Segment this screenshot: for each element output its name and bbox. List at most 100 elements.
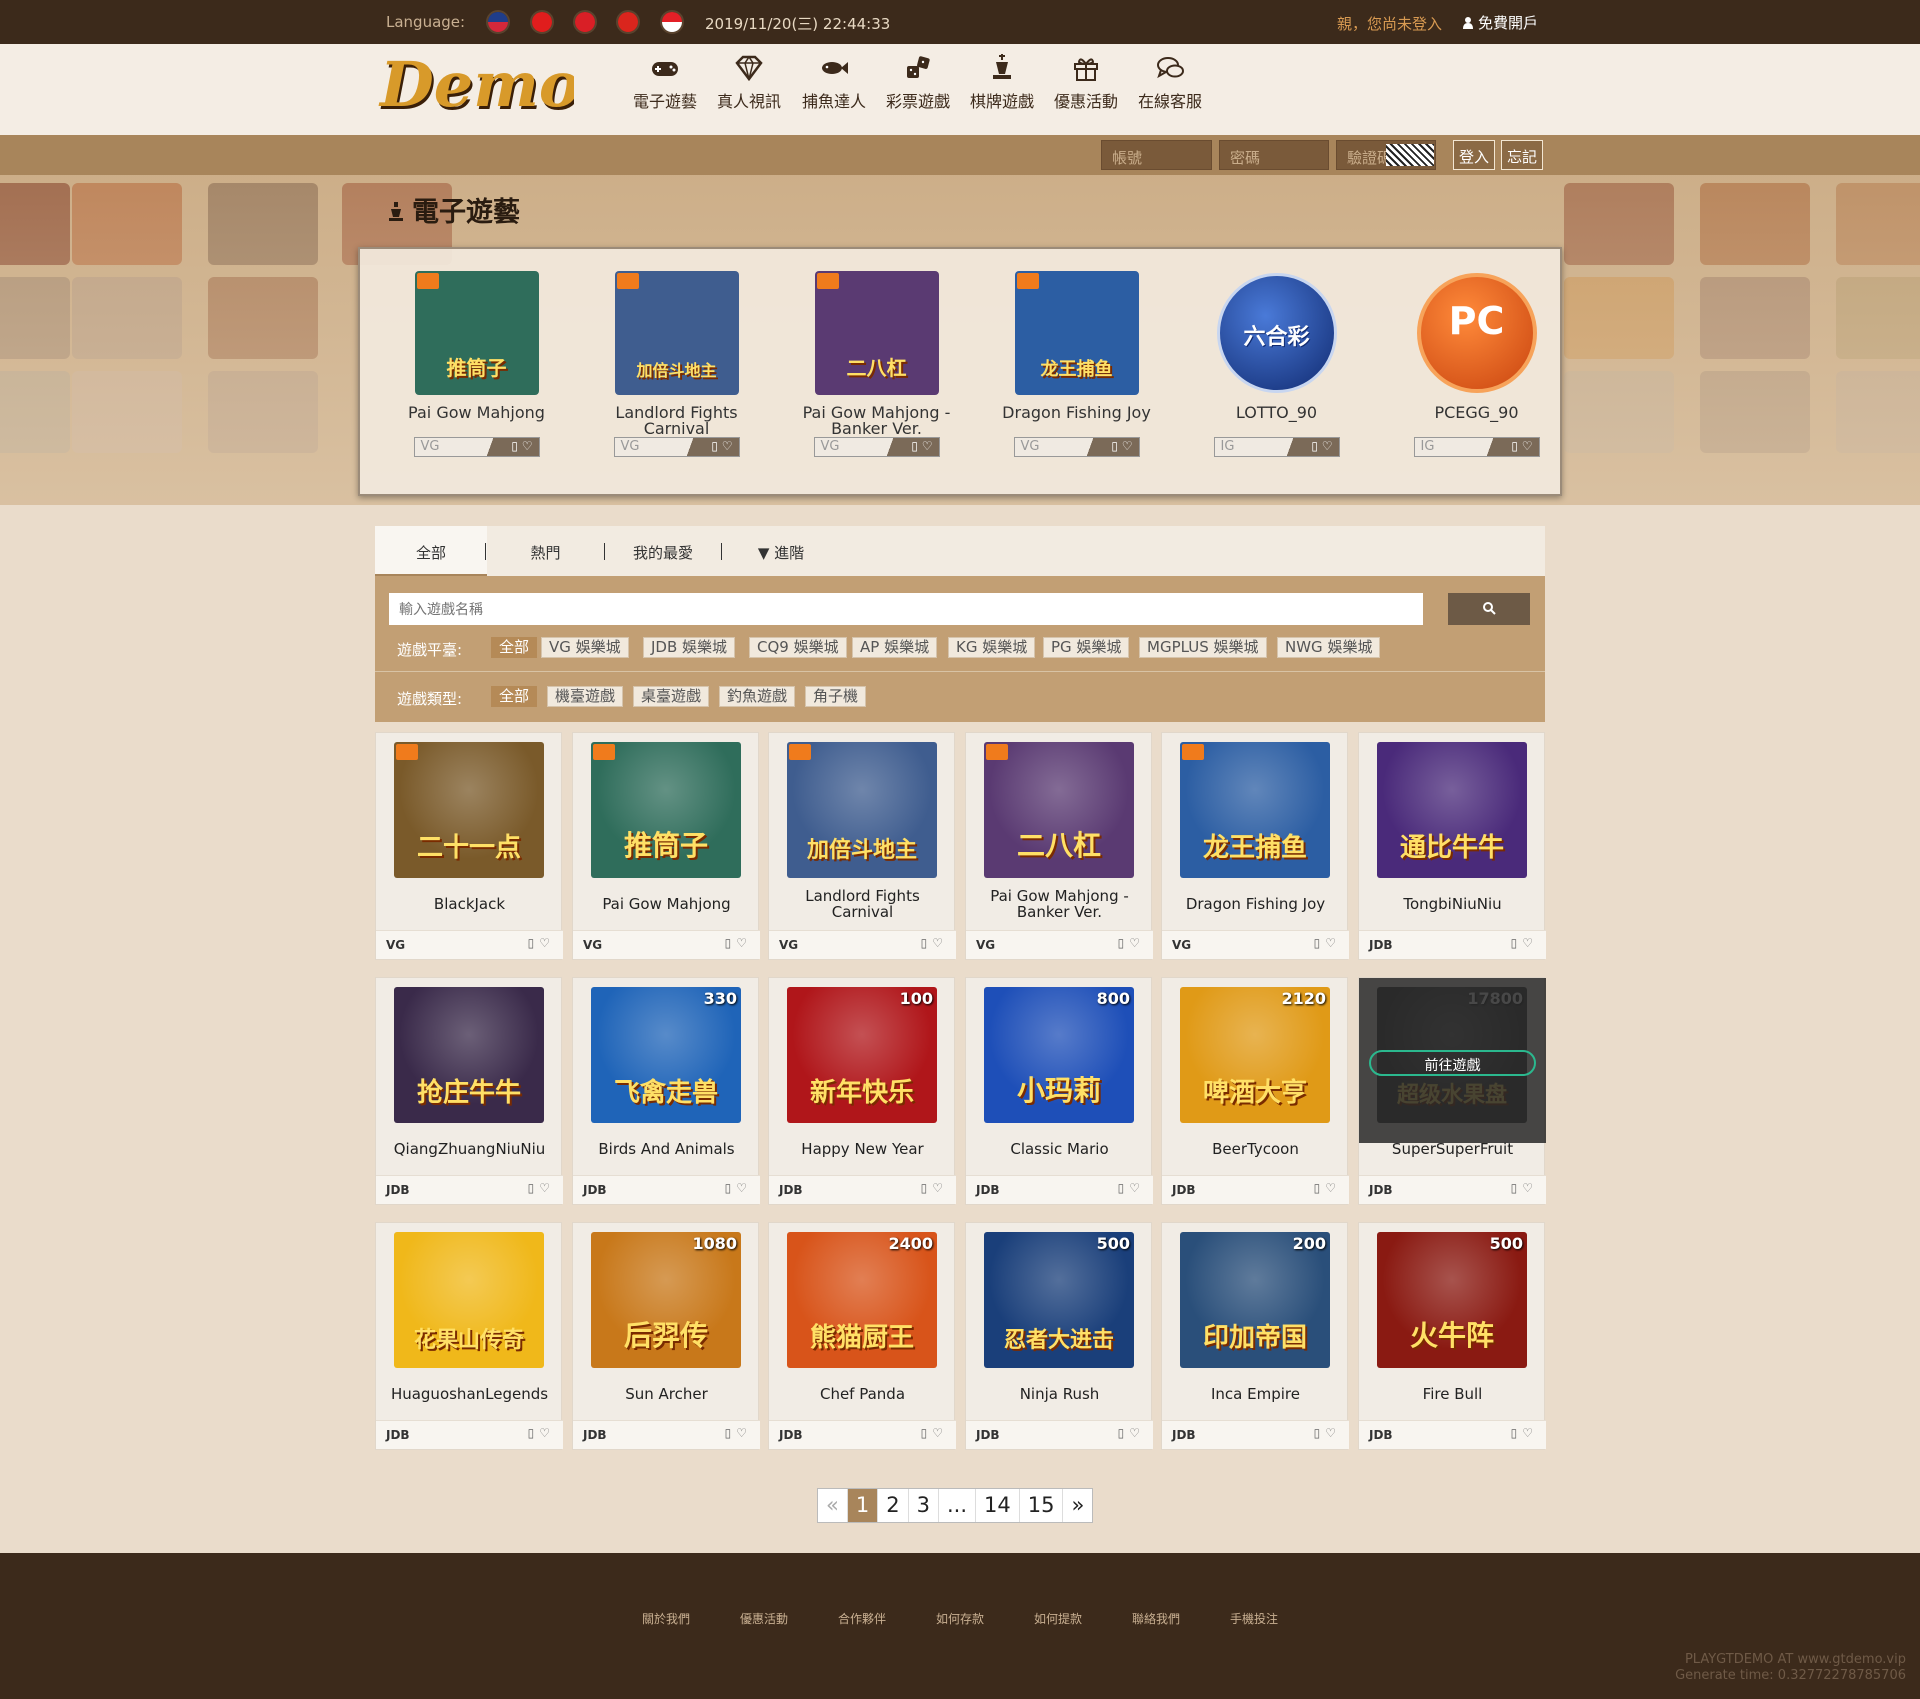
type-chip[interactable]: 釣魚遊戲: [719, 686, 796, 707]
captcha-image[interactable]: [1386, 144, 1434, 166]
account-input[interactable]: 帳號: [1101, 140, 1212, 170]
game-card[interactable]: 龙王捕鱼 Dragon Fishing Joy VG ▯♡: [1161, 732, 1349, 960]
game-card[interactable]: 抢庄牛牛 QiangZhuangNiuNiu JDB ▯♡: [375, 977, 563, 1205]
mobile-heart-icons[interactable]: ▯♡: [1118, 1426, 1145, 1440]
game-thumbnail[interactable]: 二八杠: [814, 271, 939, 395]
game-search-input[interactable]: [389, 593, 1423, 625]
game-thumbnail[interactable]: 500 火牛阵: [1377, 1232, 1527, 1368]
footer-link[interactable]: 優惠活動: [740, 1610, 788, 1627]
nav-live-video[interactable]: 真人視訊: [709, 54, 789, 112]
tab-favorites[interactable]: 我的最愛: [604, 526, 722, 576]
mobile-heart-icons[interactable]: ▯♡: [528, 936, 555, 950]
hk-flag-icon[interactable]: [573, 10, 597, 34]
platform-chip[interactable]: CQ9 娛樂城: [749, 637, 847, 658]
game-thumbnail[interactable]: 330 飞禽走兽: [591, 987, 741, 1123]
platform-chip[interactable]: PG 娛樂城: [1043, 637, 1130, 658]
mobile-heart-icons[interactable]: ▯♡: [1511, 936, 1538, 950]
game-card[interactable]: 推筒子 Pai Gow Mahjong VG ▯♡: [572, 732, 760, 960]
type-chip[interactable]: 機臺遊戲: [547, 686, 624, 707]
nav-customer-service[interactable]: 在線客服: [1130, 54, 1210, 112]
game-card[interactable]: 500 忍者大进击 Ninja Rush JDB ▯♡: [965, 1222, 1153, 1450]
platform-chip[interactable]: VG 娛樂城: [541, 637, 629, 658]
page-button[interactable]: 14: [976, 1489, 1020, 1522]
forgot-button[interactable]: 忘記: [1501, 140, 1544, 170]
mobile-heart-icons[interactable]: ▯ ♡: [911, 439, 932, 453]
footer-link[interactable]: 聯絡我們: [1132, 1610, 1180, 1627]
tab-advanced[interactable]: ▼ 進階: [722, 526, 840, 576]
footer-link[interactable]: 如何存款: [936, 1610, 984, 1627]
game-card[interactable]: 二八杠 Pai Gow Mahjong - Banker Ver. VG ▯♡: [965, 732, 1153, 960]
platform-chip[interactable]: 全部: [491, 637, 538, 658]
mobile-heart-icons[interactable]: ▯ ♡: [511, 439, 532, 453]
mobile-heart-icons[interactable]: ▯♡: [1511, 1426, 1538, 1440]
type-chip[interactable]: 桌臺遊戲: [633, 686, 710, 707]
page-prev-button[interactable]: «: [818, 1489, 848, 1522]
mobile-heart-icons[interactable]: ▯♡: [725, 1426, 752, 1440]
footer-link[interactable]: 如何提款: [1034, 1610, 1082, 1627]
mobile-heart-icons[interactable]: ▯ ♡: [1511, 439, 1532, 453]
mobile-heart-icons[interactable]: ▯♡: [921, 1181, 948, 1195]
us-flag-icon[interactable]: [486, 10, 510, 34]
game-card[interactable]: 花果山传奇 HuaguoshanLegends JDB ▯♡: [375, 1222, 563, 1450]
game-thumbnail[interactable]: 花果山传奇: [394, 1232, 544, 1368]
demo-logo[interactable]: Demo Demo: [378, 54, 574, 124]
platform-chip[interactable]: JDB 娛樂城: [643, 637, 736, 658]
cn-flag-icon[interactable]: [530, 10, 554, 34]
footer-link[interactable]: 關於我們: [642, 1610, 690, 1627]
featured-game[interactable]: 龙王捕鱼 Dragon Fishing Joy VG ▯ ♡: [989, 271, 1164, 457]
page-button[interactable]: 3: [909, 1489, 939, 1522]
game-thumbnail[interactable]: 二十一点: [394, 742, 544, 878]
page-button[interactable]: 2: [878, 1489, 909, 1522]
id-flag-icon[interactable]: [660, 10, 684, 34]
password-input[interactable]: 密碼: [1219, 140, 1329, 170]
game-card[interactable]: 100 新年快乐 Happy New Year JDB ▯♡: [768, 977, 956, 1205]
game-card[interactable]: 通比牛牛 TongbiNiuNiu JDB ▯♡: [1358, 732, 1546, 960]
game-thumbnail[interactable]: 二八杠: [984, 742, 1134, 878]
featured-game[interactable]: 推筒子 Pai Gow Mahjong VG ▯ ♡: [389, 271, 564, 457]
type-chip[interactable]: 全部: [491, 686, 538, 707]
featured-game[interactable]: PC PCEGG_90 IG ▯ ♡: [1389, 271, 1564, 457]
platform-chip[interactable]: AP 娛樂城: [852, 637, 938, 658]
go-to-game-button[interactable]: 前往遊戲: [1369, 1050, 1536, 1076]
nav-fishing[interactable]: 捕魚達人: [794, 54, 874, 112]
mobile-heart-icons[interactable]: ▯♡: [725, 1181, 752, 1195]
game-thumbnail[interactable]: 500 忍者大进击: [984, 1232, 1134, 1368]
game-card[interactable]: 1080 后羿传 Sun Archer JDB ▯♡: [572, 1222, 760, 1450]
mobile-heart-icons[interactable]: ▯♡: [1511, 1181, 1538, 1195]
game-thumbnail[interactable]: 加倍斗地主: [787, 742, 937, 878]
game-thumbnail[interactable]: 推筒子: [414, 271, 539, 395]
featured-game[interactable]: 加倍斗地主 Landlord Fights Carnival VG ▯ ♡: [589, 271, 764, 457]
game-card[interactable]: 2120 啤酒大亨 BeerTycoon JDB ▯♡: [1161, 977, 1349, 1205]
game-thumbnail[interactable]: 2120 啤酒大亨: [1180, 987, 1330, 1123]
mobile-heart-icons[interactable]: ▯ ♡: [711, 439, 732, 453]
game-card[interactable]: 加倍斗地主 Landlord Fights Carnival VG ▯♡: [768, 732, 956, 960]
page-button[interactable]: 15: [1020, 1489, 1064, 1522]
page-next-button[interactable]: »: [1063, 1489, 1092, 1522]
game-thumbnail[interactable]: 200 印加帝国: [1180, 1232, 1330, 1368]
featured-game[interactable]: 六合彩 LOTTO_90 IG ▯ ♡: [1189, 271, 1364, 457]
game-card[interactable]: 2400 熊猫厨王 Chef Panda JDB ▯♡: [768, 1222, 956, 1450]
game-thumbnail[interactable]: 通比牛牛: [1377, 742, 1527, 878]
vn-flag-icon[interactable]: [616, 10, 640, 34]
game-thumbnail[interactable]: 推筒子: [591, 742, 741, 878]
platform-chip[interactable]: NWG 娛樂城: [1277, 637, 1381, 658]
footer-link[interactable]: 手機投注: [1230, 1610, 1278, 1627]
nav-card-games[interactable]: 棋牌遊戲: [962, 54, 1042, 112]
mobile-heart-icons[interactable]: ▯♡: [921, 1426, 948, 1440]
game-thumbnail[interactable]: 加倍斗地主: [614, 271, 739, 395]
mobile-heart-icons[interactable]: ▯♡: [921, 936, 948, 950]
mobile-heart-icons[interactable]: ▯♡: [1118, 936, 1145, 950]
mobile-heart-icons[interactable]: ▯♡: [1314, 936, 1341, 950]
register-link[interactable]: 免費開戶: [1462, 12, 1538, 33]
game-card[interactable]: 800 小玛莉 Classic Mario JDB ▯♡: [965, 977, 1153, 1205]
game-thumbnail[interactable]: 六合彩: [1215, 271, 1339, 395]
footer-link[interactable]: 合作夥伴: [838, 1610, 886, 1627]
game-card[interactable]: 500 火牛阵 Fire Bull JDB ▯♡: [1358, 1222, 1546, 1450]
game-thumbnail[interactable]: 龙王捕鱼: [1014, 271, 1139, 395]
mobile-heart-icons[interactable]: ▯ ♡: [1111, 439, 1132, 453]
page-button[interactable]: 1: [847, 1489, 879, 1522]
game-thumbnail[interactable]: PC: [1415, 271, 1539, 395]
platform-chip[interactable]: MGPLUS 娛樂城: [1139, 637, 1267, 658]
platform-chip[interactable]: KG 娛樂城: [948, 637, 1036, 658]
nav-lottery[interactable]: 彩票遊戲: [878, 54, 958, 112]
